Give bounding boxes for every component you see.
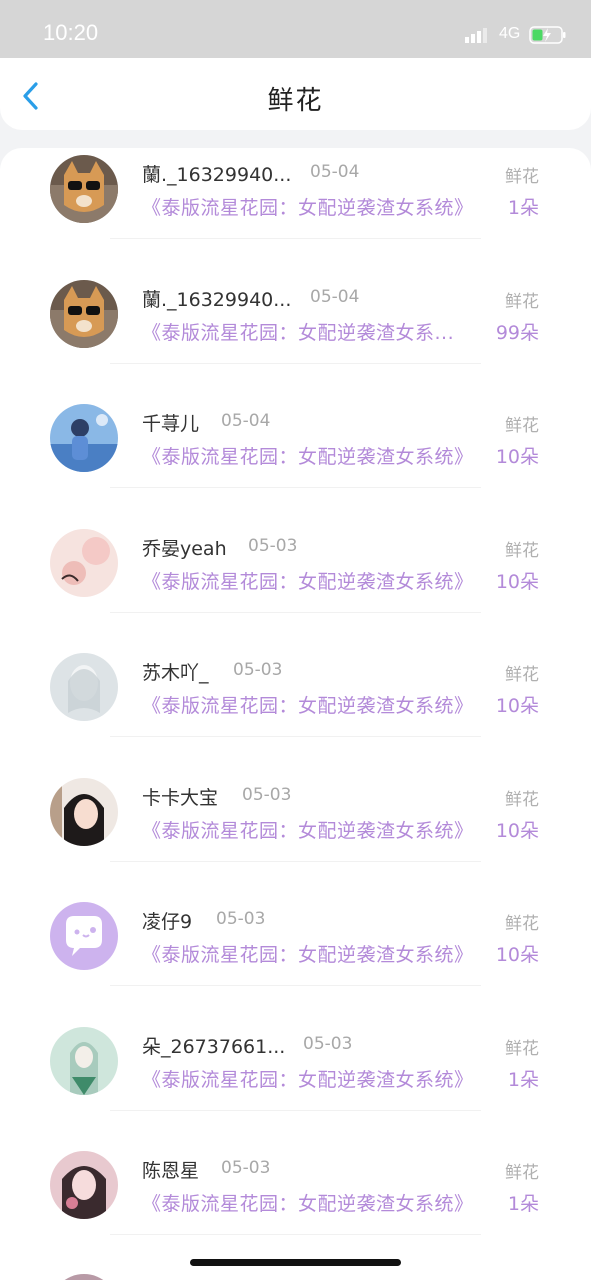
divider (110, 985, 481, 986)
user-name[interactable]: 蘭._16329940... (142, 160, 291, 187)
gift-type: 鲜花 (505, 540, 539, 561)
gift-date: 05-03 (248, 535, 298, 556)
book-title[interactable]: 《泰版流星花园：女配逆袭渣女系统》 (142, 1065, 474, 1092)
battery-icon (529, 26, 566, 44)
user-avatar[interactable] (50, 155, 118, 223)
home-indicator[interactable] (190, 1259, 401, 1266)
list-item[interactable]: 苏木吖_ 05-03 鲜花 《泰版流星花园：女配逆袭渣女系统》 10朵 (0, 646, 591, 771)
gift-count: 10朵 (495, 446, 539, 468)
gift-type: 鲜花 (505, 1038, 539, 1059)
list-item[interactable]: 蘭._16329940... 05-04 鲜花 《泰版流星花园：女配逆袭渣女系统… (0, 148, 591, 273)
gift-type: 鲜花 (505, 291, 539, 312)
gift-date: 05-04 (310, 162, 360, 182)
user-avatar[interactable] (50, 404, 118, 472)
divider (110, 1234, 481, 1235)
divider (110, 1109, 481, 1111)
divider (110, 362, 481, 364)
gift-count: 1朵 (507, 1068, 539, 1091)
nav-header: 鲜花 (0, 58, 591, 130)
gift-type: 鲜花 (505, 416, 539, 436)
list-item[interactable]: 乔晏yeah 05-03 鲜花 《泰版流星花园：女配逆袭渣女系统》 10朵 (0, 522, 591, 647)
user-avatar[interactable] (50, 279, 118, 348)
book-title[interactable]: 《泰版流星花园：女配逆袭渣女系统》 (142, 442, 474, 469)
network-type: 4G (499, 25, 521, 42)
book-title[interactable]: 《泰版流星花园：女配逆袭渣女系... (142, 318, 454, 345)
gift-type: 鲜花 (505, 914, 539, 934)
user-name[interactable]: 蘭._16329940... (142, 285, 291, 312)
default-avatar-chat-icon[interactable] (50, 902, 118, 970)
gift-date: 05-03 (221, 1158, 271, 1178)
divider (110, 860, 481, 862)
list-item[interactable]: 凌仔9 05-03 鲜花 《泰版流星花园：女配逆袭渣女系统》 10朵 (0, 895, 591, 1020)
flower-gift-list[interactable]: 蘭._16329940... 05-04 鲜花 《泰版流星花园：女配逆袭渣女系统… (0, 148, 591, 1280)
gift-count: 99朵 (495, 321, 539, 344)
user-avatar[interactable] (50, 1026, 118, 1095)
book-title[interactable]: 《泰版流星花园：女配逆袭渣女系统》 (142, 691, 474, 718)
gift-date: 05-03 (216, 909, 266, 929)
gift-date: 05-04 (221, 411, 271, 431)
gift-count: 1朵 (507, 197, 539, 219)
divider (110, 487, 481, 488)
book-title[interactable]: 《泰版流星花园：女配逆袭渣女系统》 (142, 940, 474, 967)
list-item[interactable]: 朵_26737661... 05-03 鲜花 《泰版流星花园：女配逆袭渣女系统》… (0, 1020, 591, 1145)
page-title: 鲜花 (267, 86, 324, 116)
user-name[interactable]: 乔晏yeah (142, 534, 227, 561)
gift-type: 鲜花 (505, 789, 539, 810)
user-name[interactable]: 卡卡大宝 (142, 783, 218, 810)
gift-type: 鲜花 (505, 167, 539, 187)
user-name[interactable]: 陈恩星 (142, 1156, 199, 1183)
status-bar: 10:20 4G (0, 0, 591, 58)
list-item[interactable]: 蘭._16329940... 05-04 鲜花 《泰版流星花园：女配逆袭渣女系.… (0, 273, 591, 398)
list-item[interactable]: 卡卡大宝 05-03 鲜花 《泰版流星花园：女配逆袭渣女系统》 10朵 (0, 771, 591, 896)
user-avatar[interactable] (50, 1151, 118, 1219)
gift-count: 10朵 (495, 944, 539, 966)
divider (110, 611, 481, 613)
book-title[interactable]: 《泰版流星花园：女配逆袭渣女系统》 (142, 1189, 474, 1216)
gift-date: 05-03 (233, 660, 283, 680)
signal-icon (465, 28, 487, 43)
user-name[interactable]: 苏木吖_ (142, 658, 209, 685)
gift-count: 10朵 (495, 819, 539, 842)
book-title[interactable]: 《泰版流星花园：女配逆袭渣女系统》 (142, 816, 474, 843)
divider (110, 238, 481, 239)
book-title[interactable]: 《泰版流星花园：女配逆袭渣女系统》 (142, 567, 474, 594)
gift-date: 05-03 (242, 784, 292, 805)
status-time: 10:20 (43, 20, 99, 45)
list-item[interactable]: 千荨儿 05-04 鲜花 《泰版流星花园：女配逆袭渣女系统》 10朵 (0, 397, 591, 522)
list-item[interactable]: 陈恩星 05-03 鲜花 《泰版流星花园：女配逆袭渣女系统》 1朵 (0, 1144, 591, 1269)
user-avatar[interactable] (50, 777, 118, 846)
user-name[interactable]: 朵_26737661... (142, 1032, 285, 1059)
gift-type: 鲜花 (505, 665, 539, 685)
gift-count: 10朵 (495, 570, 539, 593)
gift-date: 05-04 (310, 286, 360, 307)
book-title[interactable]: 《泰版流星花园：女配逆袭渣女系统》 (142, 193, 474, 220)
user-avatar[interactable] (50, 528, 118, 597)
user-avatar[interactable] (50, 653, 118, 721)
user-name[interactable]: 凌仔9 (142, 907, 192, 934)
gift-type: 鲜花 (505, 1163, 539, 1183)
gift-count: 10朵 (495, 695, 539, 717)
user-name[interactable]: 千荨儿 (142, 409, 199, 436)
gift-count: 1朵 (507, 1193, 539, 1215)
user-avatar-partial[interactable] (50, 1274, 118, 1280)
gift-date: 05-03 (303, 1033, 353, 1054)
divider (110, 736, 481, 737)
